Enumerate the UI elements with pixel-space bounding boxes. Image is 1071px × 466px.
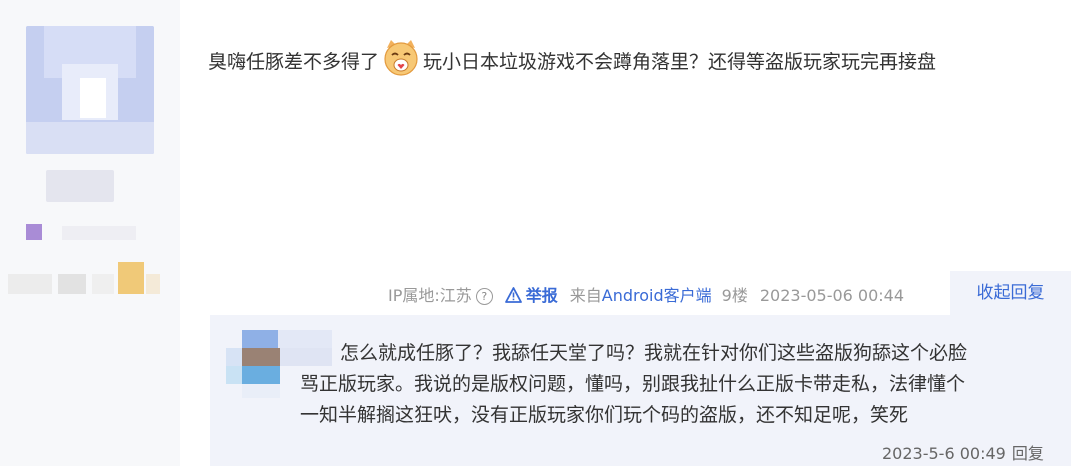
reply-line-3: 一知半解搁这狂吠，没有正版玩家你们玩个码的盗版，还不知足呢，笑死 (300, 404, 909, 426)
post-content: 臭嗨任豚差不多得了 玩小日本垃圾游戏不会蹲角落里？还得等盗版玩家玩完再接盘 (208, 38, 1048, 80)
help-icon[interactable]: ? (475, 288, 493, 305)
author-sidebar (0, 0, 180, 466)
report-label: 举报 (525, 286, 558, 305)
reply-line-2: 骂正版玩家。我说的是版权问题，懂吗，别跟我扯什么正版卡带走私，法律懂个 (300, 373, 966, 395)
badge-icon (26, 224, 42, 240)
reply-line-1: 怎么就成任豚了？我舔任天堂了吗？我就在针对你们这些盗版狗舔这个必脸 (340, 342, 968, 364)
author-badge-row (26, 224, 136, 242)
author-avatar[interactable] (26, 26, 154, 154)
reply-timestamp: 2023-5-6 00:49 (882, 444, 1006, 463)
reply-button[interactable]: 回复 (1012, 444, 1044, 463)
post-meta-bar: IP属地:江苏? 举报 来自Android客户端 9楼 2023-05-06 00:44 (388, 284, 912, 308)
warning-icon (504, 286, 522, 303)
post-text-part1: 臭嗨任豚差不多得了 (208, 51, 380, 73)
client-name-link[interactable]: Android客户端 (602, 286, 712, 305)
collapse-replies-button[interactable]: 收起回复 (950, 271, 1071, 315)
ip-location: IP属地:江苏 (388, 286, 472, 305)
author-level-row (8, 260, 160, 296)
reply-content: 怎么就成任豚了？我舔任天堂了吗？我就在针对你们这些盗版狗舔这个必脸 骂正版玩家。… (300, 338, 1060, 431)
post-timestamp: 2023-05-06 00:44 (759, 286, 905, 305)
report-button[interactable]: 举报 (504, 284, 558, 308)
client-prefix: 来自 (569, 286, 602, 305)
reply-meta: 2023-5-6 00:49 回复 (882, 440, 1044, 464)
floor-number: 9楼 (721, 286, 748, 305)
post-text-part2: 玩小日本垃圾游戏不会蹲角落里？还得等盗版玩家玩完再接盘 (423, 51, 937, 73)
laughing-cat-emoji-icon (381, 38, 421, 78)
client-source: 来自Android客户端 (570, 284, 712, 308)
level-badge-icon (118, 262, 144, 294)
author-name-blurred[interactable] (46, 170, 114, 202)
